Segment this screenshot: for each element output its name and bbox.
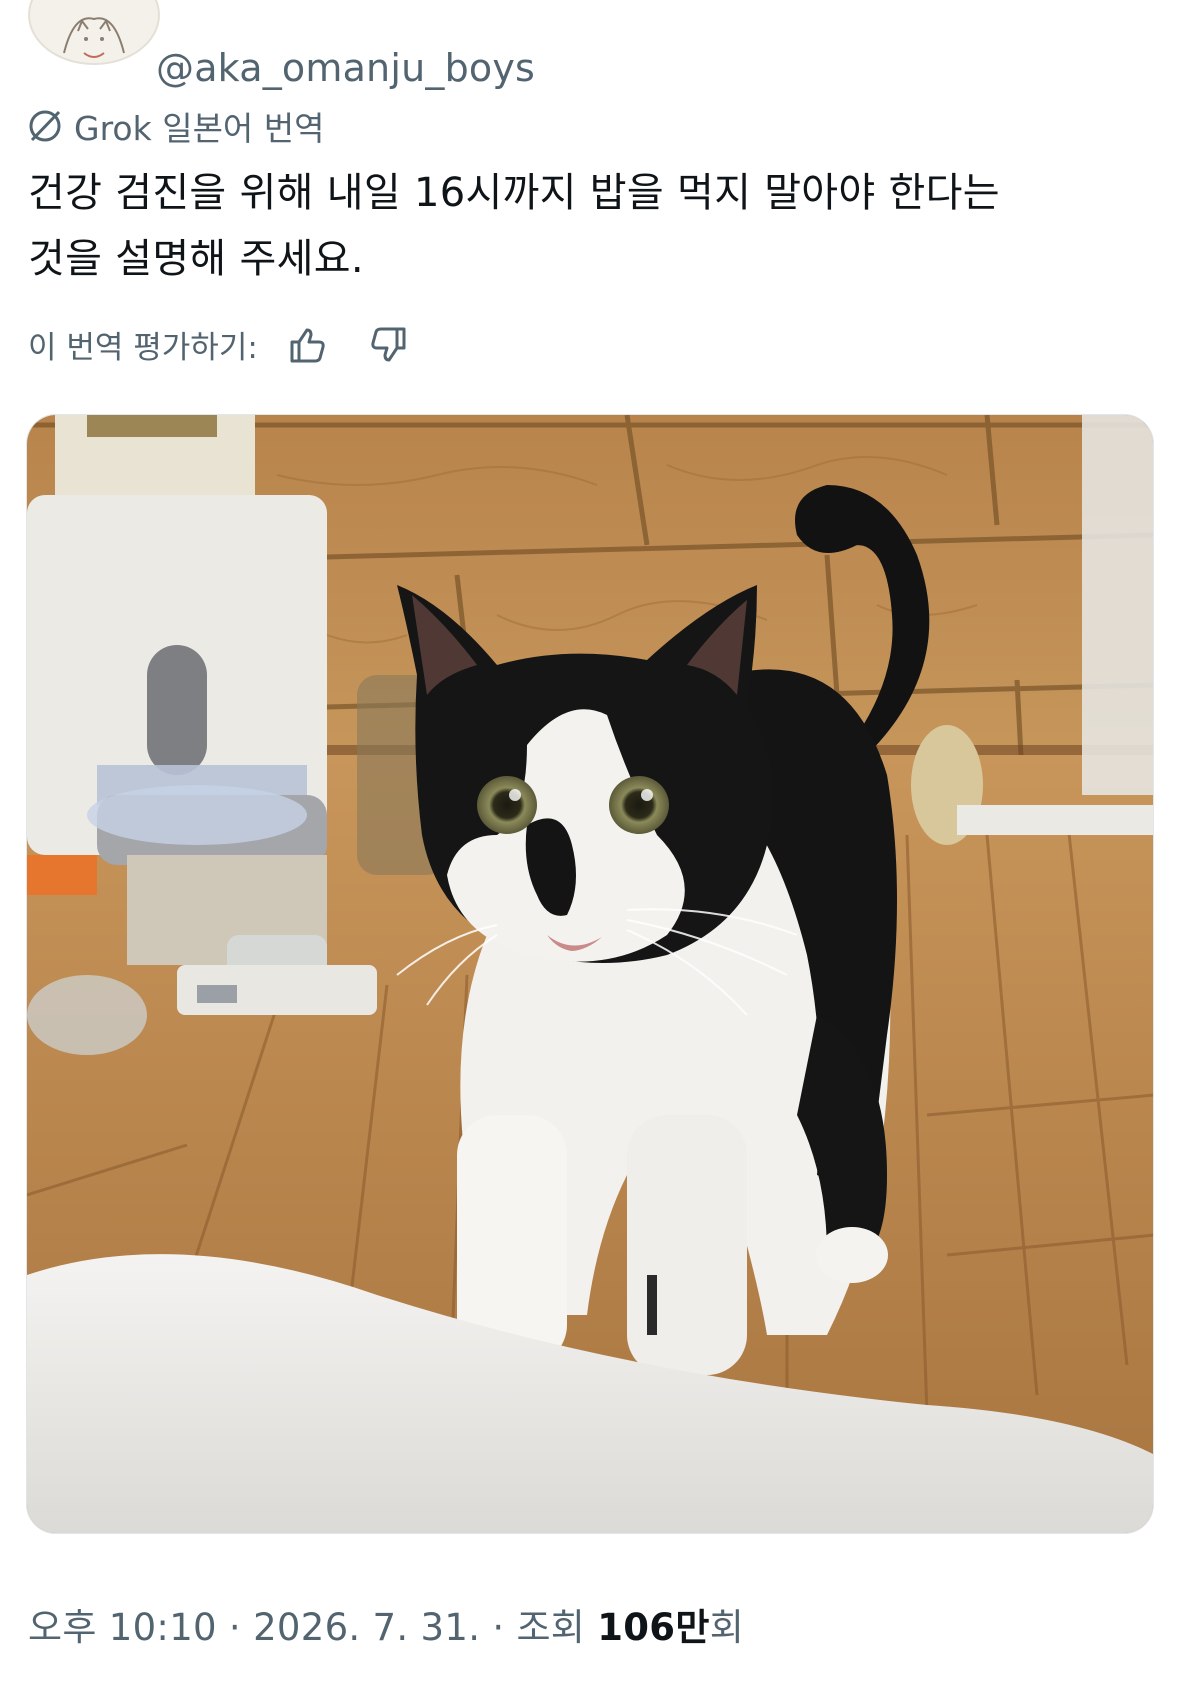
tweet-photo[interactable] xyxy=(26,414,1154,1534)
tweet-text-line-1: 건강 검진을 위해 내일 16시까지 밥을 먹지 말아야 한다는 xyxy=(28,170,1000,216)
translation-header: Grok 일본어 번역 xyxy=(26,102,325,150)
tweet-text-line-2: 것을 설명해 주세요. xyxy=(28,236,364,282)
thumbs-down-icon xyxy=(371,327,406,361)
tweet-header xyxy=(28,0,160,70)
meta-separator: · xyxy=(216,1606,254,1649)
rating-label: 이 번역 평가하기: xyxy=(28,330,258,366)
cat-drawing-avatar-icon xyxy=(63,17,125,58)
thumbs-up-icon xyxy=(290,328,325,362)
tweet-detail: @aka_omanju_boys Grok 일본어 번역 건강 검진을 위해 내… xyxy=(0,0,1179,1686)
translation-rating: 이 번역 평가하기: xyxy=(28,322,410,367)
avatar[interactable] xyxy=(28,0,160,65)
meta-separator: · xyxy=(480,1606,517,1649)
views-suffix: 회 xyxy=(709,1606,745,1649)
tweet-date[interactable]: 2026. 7. 31. xyxy=(253,1606,480,1649)
author-handle[interactable]: @aka_omanju_boys xyxy=(156,46,535,90)
thumbs-up-button[interactable] xyxy=(286,323,330,367)
grok-icon xyxy=(29,110,61,142)
views-label: 조회 xyxy=(516,1606,598,1649)
tweet-meta: 오후 10:10 · 2026. 7. 31. · 조회 106만회 xyxy=(28,1597,744,1651)
cat-photo-illustration xyxy=(27,415,1153,1533)
translation-label: Grok 일본어 번역 xyxy=(74,109,325,148)
thumbs-down-button[interactable] xyxy=(366,323,410,367)
tweet-text: 건강 검진을 위해 내일 16시까지 밥을 먹지 말아야 한다는 것을 설명해 … xyxy=(28,160,1158,292)
tweet-time[interactable]: 오후 10:10 xyxy=(28,1606,217,1649)
views-count: 106만 xyxy=(597,1606,710,1649)
